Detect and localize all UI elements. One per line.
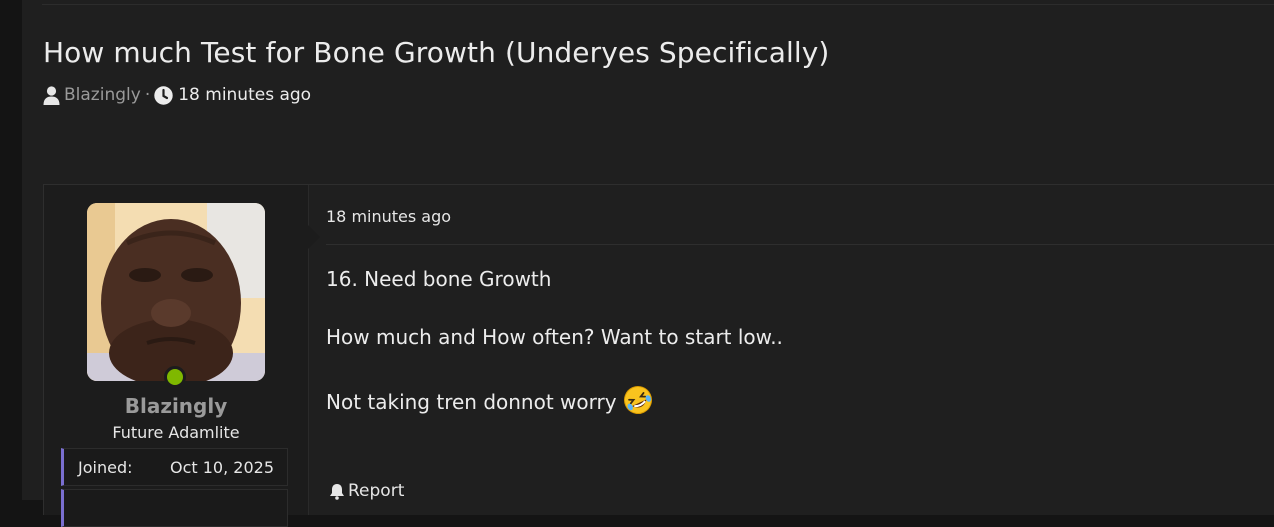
thread-page: How much Test for Bone Growth (Underyes … bbox=[22, 0, 1274, 527]
thread-title: How much Test for Bone Growth (Underyes … bbox=[43, 36, 830, 69]
stat-value: Oct 10, 2025 bbox=[170, 458, 274, 477]
thread-meta: Blazingly · 18 minutes ago bbox=[43, 84, 311, 106]
post-body-line-3-text: Not taking tren donnot worry bbox=[326, 390, 617, 414]
post-header-divider bbox=[326, 244, 1274, 245]
stat-label: Joined: bbox=[78, 458, 133, 477]
online-status-indicator bbox=[164, 366, 186, 388]
bell-icon bbox=[329, 483, 345, 500]
avatar[interactable] bbox=[87, 203, 265, 381]
post-user-info: Blazingly Future Adamlite Joined: Oct 10… bbox=[44, 185, 309, 527]
post: Blazingly Future Adamlite Joined: Oct 10… bbox=[43, 184, 1274, 527]
user-stat-joined: Joined: Oct 10, 2025 bbox=[61, 448, 288, 486]
post-timestamp[interactable]: 18 minutes ago bbox=[326, 207, 451, 226]
post-body-line-1: 16. Need bone Growth bbox=[326, 267, 552, 291]
report-button[interactable]: Report bbox=[329, 481, 404, 501]
top-divider bbox=[42, 0, 1274, 5]
left-rail bbox=[0, 0, 22, 500]
post-body-line-2: How much and How often? Want to start lo… bbox=[326, 325, 783, 349]
user-icon bbox=[43, 85, 60, 105]
rolling-on-floor-laughing-icon bbox=[623, 385, 653, 420]
thread-author-link[interactable]: Blazingly bbox=[64, 85, 141, 105]
clock-icon bbox=[154, 85, 173, 105]
report-label: Report bbox=[348, 481, 405, 501]
post-body-line-3: Not taking tren donnot worry bbox=[326, 385, 653, 420]
post-content: 18 minutes ago 16. Need bone Growth How … bbox=[309, 185, 1274, 515]
meta-separator: · bbox=[144, 85, 151, 105]
thread-time-link[interactable]: 18 minutes ago bbox=[178, 85, 311, 105]
user-stat-next bbox=[61, 489, 288, 527]
user-title: Future Adamlite bbox=[112, 423, 240, 442]
post-username[interactable]: Blazingly bbox=[44, 394, 308, 418]
